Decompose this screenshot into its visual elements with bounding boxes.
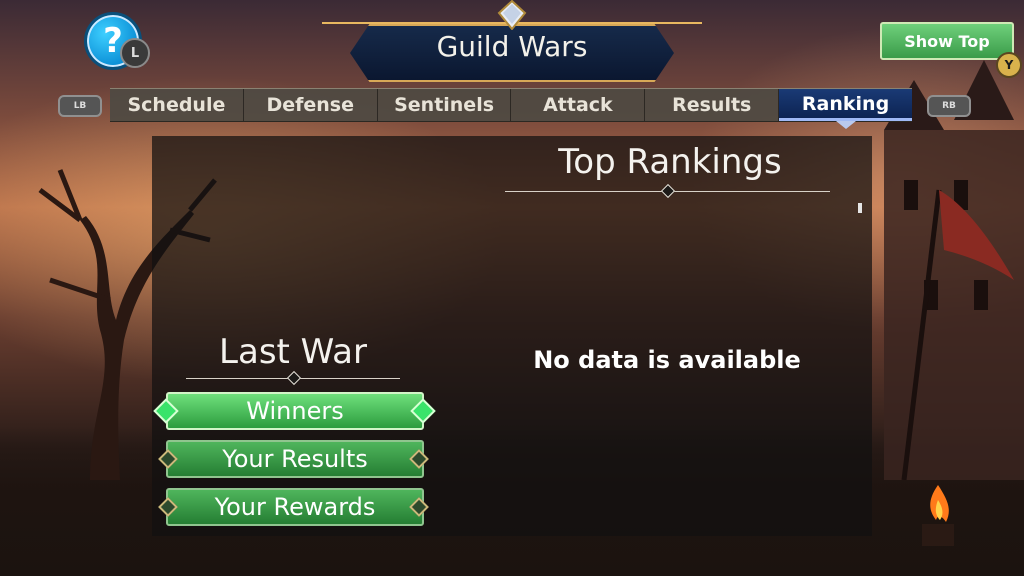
empty-state-message: No data is available — [533, 346, 801, 374]
tab-results[interactable]: Results — [645, 89, 780, 121]
rb-button-hint-icon[interactable]: RB — [927, 95, 971, 117]
last-war-title: Last War — [219, 332, 367, 372]
l-button-hint-icon: L — [120, 38, 150, 68]
tab-ranking[interactable]: Ranking — [779, 89, 912, 121]
your-results-button[interactable]: Your Results — [166, 440, 424, 478]
tab-schedule[interactable]: Schedule — [110, 89, 244, 121]
tab-attack[interactable]: Attack — [511, 89, 646, 121]
top-rankings-title: Top Rankings — [558, 142, 782, 182]
page-title: Guild Wars — [436, 30, 588, 63]
show-top-button[interactable]: Show Top — [880, 22, 1014, 60]
campfire-illustration — [922, 485, 954, 546]
tab-bar: Schedule Defense Sentinels Attack Result… — [110, 88, 912, 122]
your-rewards-button[interactable]: Your Rewards — [166, 488, 424, 526]
lb-button-hint-icon[interactable]: LB — [58, 95, 102, 117]
castle-illustration — [884, 60, 1024, 480]
y-button-hint-icon: Y — [996, 52, 1022, 78]
tab-sentinels[interactable]: Sentinels — [378, 89, 512, 121]
winners-button[interactable]: Winners — [166, 392, 424, 430]
active-tab-pointer-icon — [836, 121, 856, 129]
diamond-gem-icon — [497, 0, 527, 30]
scrollbar[interactable] — [858, 203, 862, 213]
tab-defense[interactable]: Defense — [244, 89, 378, 121]
